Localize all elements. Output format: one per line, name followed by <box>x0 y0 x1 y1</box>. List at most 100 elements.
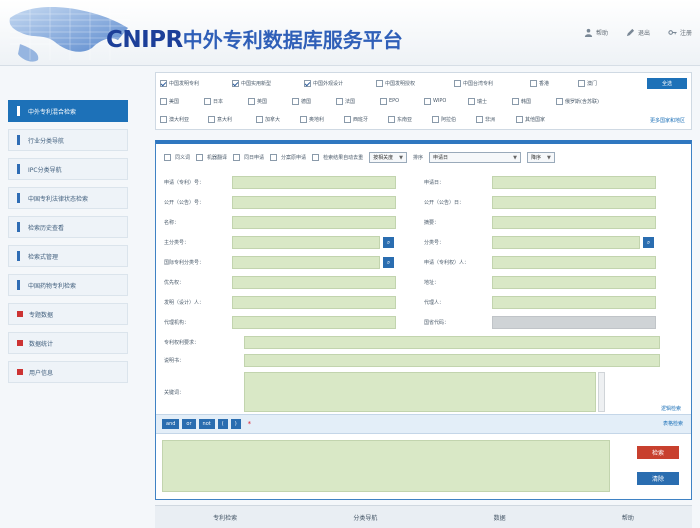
checkbox[interactable] <box>454 79 461 87</box>
checkbox[interactable] <box>270 154 278 161</box>
title-input[interactable] <box>232 216 396 229</box>
open-paren-button[interactable]: ( <box>217 419 228 429</box>
footer-tab[interactable]: 数据 <box>494 513 506 522</box>
top-link-logout[interactable]: 退出 <box>622 26 654 39</box>
agent-input[interactable] <box>492 296 656 309</box>
db-option[interactable]: 其他国家 <box>516 114 568 124</box>
db-option[interactable]: 西班牙 <box>344 114 388 124</box>
sidebar-item-industry-nav[interactable]: 行业分类导航 <box>8 129 128 151</box>
sort-direction-select[interactable]: 降序 ▼ <box>526 152 555 163</box>
classification-lookup-button[interactable]: ⌕ <box>383 237 394 248</box>
db-option[interactable]: 美国 <box>160 96 204 106</box>
db-option[interactable]: 澳大利亚 <box>160 114 208 124</box>
checkbox[interactable] <box>376 79 383 87</box>
checkbox[interactable] <box>530 79 537 87</box>
close-paren-button[interactable]: ) <box>230 419 241 429</box>
not-button[interactable]: not <box>198 419 215 429</box>
checkbox[interactable] <box>248 97 255 105</box>
option-same-day[interactable]: 同日申请 <box>233 154 264 161</box>
sidebar-item-drug-patent[interactable]: 中国药物专利检索 <box>8 274 128 296</box>
db-option[interactable]: 加拿大 <box>256 114 300 124</box>
db-option[interactable]: 香港 <box>530 78 578 88</box>
table-search-link[interactable]: 表格检索 <box>663 420 683 427</box>
db-option[interactable]: 中国台湾专利 <box>454 78 530 88</box>
province-code-input[interactable] <box>492 316 656 329</box>
option-divisional[interactable]: 分案原申请 <box>270 154 306 161</box>
checkbox[interactable] <box>160 97 167 105</box>
db-option[interactable]: EPO <box>380 96 424 106</box>
main-class-input[interactable] <box>232 236 380 249</box>
checkbox[interactable] <box>578 79 585 87</box>
db-option[interactable]: 俄罗斯(含苏联) <box>556 96 626 106</box>
publication-number-input[interactable] <box>232 196 396 209</box>
application-number-input[interactable] <box>232 176 396 189</box>
checkbox[interactable] <box>232 79 239 87</box>
ipc-input[interactable] <box>232 256 380 269</box>
footer-tab[interactable]: 帮助 <box>622 513 634 522</box>
checkbox[interactable] <box>432 115 439 123</box>
db-option[interactable]: 中国外观设计 <box>304 78 376 88</box>
checkbox[interactable] <box>388 115 395 123</box>
checkbox[interactable] <box>424 97 431 105</box>
db-option[interactable]: 奥地利 <box>300 114 344 124</box>
sidebar-item-ipc-nav[interactable]: IPC分类导航 <box>8 158 128 180</box>
search-button[interactable]: 检索 <box>637 446 679 459</box>
checkbox[interactable] <box>256 115 263 123</box>
option-dedupe[interactable]: 检索结果自动去重 <box>312 154 363 161</box>
clear-button[interactable]: 清除 <box>637 472 679 485</box>
checkbox[interactable] <box>476 115 483 123</box>
sidebar-item-statistics[interactable]: 数据统计 <box>8 332 128 354</box>
checkbox[interactable] <box>468 97 475 105</box>
or-button[interactable]: or <box>182 419 196 429</box>
db-option[interactable]: 日本 <box>204 96 248 106</box>
checkbox[interactable] <box>160 79 167 87</box>
db-option[interactable]: 阿拉伯 <box>432 114 476 124</box>
applicant-input[interactable] <box>492 256 656 269</box>
sidebar-item-history[interactable]: 检索历史查看 <box>8 216 128 238</box>
option-synonym[interactable]: 同义词 <box>164 154 190 161</box>
checkbox[interactable] <box>204 97 211 105</box>
sidebar-item-query-manage[interactable]: 检索式管理 <box>8 245 128 267</box>
top-link-register[interactable]: 注册 <box>664 26 696 39</box>
address-input[interactable] <box>492 276 656 289</box>
scrollbar[interactable] <box>598 372 605 412</box>
db-option[interactable]: 中国发明授权 <box>376 78 454 88</box>
db-option[interactable]: WIPO <box>424 96 468 106</box>
db-option[interactable]: 东南亚 <box>388 114 432 124</box>
db-option[interactable]: 非洲 <box>476 114 516 124</box>
top-link-help[interactable]: 帮助 <box>580 26 612 39</box>
class-input[interactable] <box>492 236 640 249</box>
sidebar-item-topic-data[interactable]: 专题数据 <box>8 303 128 325</box>
inventor-input[interactable] <box>232 296 396 309</box>
checkbox[interactable] <box>208 115 215 123</box>
db-option[interactable]: 澳门 <box>578 78 626 88</box>
checkbox[interactable] <box>304 79 311 87</box>
checkbox[interactable] <box>344 115 351 123</box>
sidebar-item-user-info[interactable]: 用户信息 <box>8 361 128 383</box>
more-countries-link[interactable]: 更多国家和地区 <box>650 117 685 124</box>
sidebar-item-mixed-search[interactable]: 中外专利混合检索 <box>8 100 128 122</box>
sort-mode-select[interactable]: 按相关度 ▼ <box>369 152 407 163</box>
option-translate[interactable]: 机器翻译 <box>196 154 227 161</box>
db-option[interactable]: 中国发明专利 <box>160 78 232 88</box>
db-option[interactable]: 意大利 <box>208 114 256 124</box>
footer-tab[interactable]: 专利检索 <box>213 513 237 522</box>
abstract-input[interactable] <box>492 216 656 229</box>
db-option[interactable]: 法国 <box>336 96 380 106</box>
db-option[interactable]: 英国 <box>248 96 292 106</box>
db-option[interactable]: 韩国 <box>512 96 556 106</box>
db-option[interactable]: 瑞士 <box>468 96 512 106</box>
checkbox[interactable] <box>516 115 523 123</box>
claims-input[interactable] <box>244 336 660 349</box>
db-option[interactable]: 德国 <box>292 96 336 106</box>
keywords-textarea[interactable] <box>244 372 596 412</box>
checkbox[interactable] <box>336 97 343 105</box>
publication-date-input[interactable] <box>492 196 656 209</box>
and-button[interactable]: and <box>162 419 180 429</box>
checkbox[interactable] <box>164 154 171 161</box>
expression-textarea[interactable] <box>162 440 610 492</box>
checkbox[interactable] <box>556 97 563 105</box>
priority-input[interactable] <box>232 276 396 289</box>
checkbox[interactable] <box>312 154 320 161</box>
select-all-button[interactable]: 全选 <box>647 78 687 89</box>
